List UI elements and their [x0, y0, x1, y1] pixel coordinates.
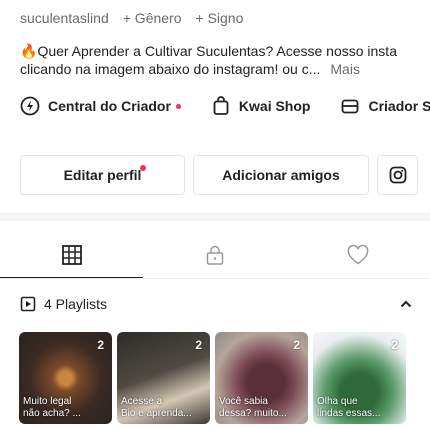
edit-profile-label: Editar perfil: [63, 167, 142, 183]
kwai-shop-label: Kwai Shop: [238, 98, 311, 114]
section-separator: [0, 213, 430, 221]
playlist-list: 2 Muito legal não acha? ... 2 Acesse a B…: [19, 332, 406, 424]
edit-profile-button[interactable]: Editar perfil: [20, 155, 185, 195]
tab-liked[interactable]: [286, 233, 429, 277]
lock-icon: [206, 245, 223, 265]
kwai-shop-link[interactable]: Kwai Shop: [211, 96, 311, 116]
tab-videos[interactable]: [0, 233, 143, 279]
playlist-item[interactable]: 2 Olha que lindas essas...: [313, 332, 406, 424]
heart-icon: [347, 244, 368, 265]
instagram-icon: [389, 166, 406, 184]
notification-dot: [175, 103, 181, 109]
instagram-button[interactable]: [377, 155, 418, 195]
playlist-caption: Você sabia dessa? muito...: [219, 396, 287, 419]
creator-center-label: Central do Criador: [48, 98, 171, 114]
creator-center-link[interactable]: Central do Criador: [20, 96, 181, 116]
playlist-icon: [20, 296, 36, 312]
add-gender-button[interactable]: + Gênero: [123, 10, 182, 26]
playlist-count: 2: [195, 338, 202, 352]
profile-bio: 🔥Quer Aprender a Cultivar Suculentas? Ac…: [20, 42, 420, 78]
creator-si-label: Criador SI: [368, 98, 430, 114]
profile-links-row: Central do Criador Kwai Shop Criador SI: [20, 96, 430, 116]
wallet-icon: [342, 99, 359, 114]
playlists-title: 4 Playlists: [44, 296, 108, 312]
bio-more-link[interactable]: Mais: [330, 61, 360, 77]
playlist-item[interactable]: 2 Muito legal não acha? ...: [19, 332, 112, 424]
notification-dot: [140, 165, 146, 171]
chevron-up-icon[interactable]: [400, 300, 412, 308]
playlist-item[interactable]: 2 Você sabia dessa? muito...: [215, 332, 308, 424]
creator-center-icon: [20, 96, 40, 116]
playlist-count: 2: [293, 338, 300, 352]
username-text: suculentaslind: [20, 10, 109, 26]
tabs-divider: [0, 278, 430, 279]
shopping-bag-icon: [213, 96, 229, 115]
playlist-item[interactable]: 2 Acesse a Bio e aprenda...: [117, 332, 210, 424]
creator-si-link[interactable]: Criador SI: [340, 96, 430, 116]
playlist-count: 2: [391, 338, 398, 352]
playlist-caption: Acesse a Bio e aprenda...: [121, 396, 192, 419]
add-sign-button[interactable]: + Signo: [196, 10, 244, 26]
content-tabs: [0, 233, 430, 279]
playlist-caption: Olha que lindas essas...: [317, 396, 381, 419]
profile-meta-row: suculentaslind + Gênero + Signo: [20, 10, 243, 26]
profile-actions: Editar perfil Adicionar amigos: [20, 155, 418, 195]
playlist-count: 2: [97, 338, 104, 352]
add-friends-label: Adicionar amigos: [222, 167, 340, 183]
playlists-header[interactable]: 4 Playlists: [20, 296, 412, 312]
tab-private[interactable]: [143, 233, 286, 277]
fire-emoji: 🔥: [20, 43, 38, 59]
playlist-caption: Muito legal não acha? ...: [23, 396, 81, 419]
grid-icon: [61, 245, 82, 265]
add-friends-button[interactable]: Adicionar amigos: [193, 155, 369, 195]
